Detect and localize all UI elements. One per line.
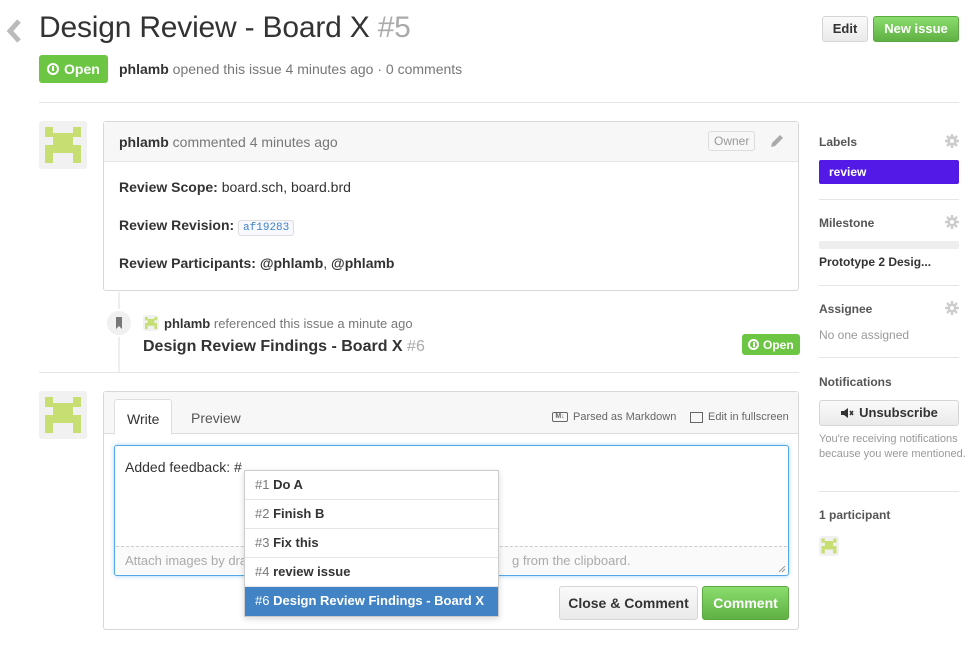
referenced-issue-link[interactable]: Design Review Findings - Board X #6 (143, 338, 425, 356)
markdown-icon: M↓ (552, 412, 568, 422)
avatar[interactable] (143, 315, 159, 331)
comment-header: phlamb commented 4 minutes ago Owner (104, 122, 798, 162)
unsubscribe-button[interactable]: Unsubscribe (819, 400, 959, 426)
close-and-comment-button[interactable]: Close & Comment (559, 586, 698, 620)
autocomplete-item[interactable]: #1 Do A (245, 471, 498, 500)
review-participants-label: Review Participants: (119, 255, 256, 271)
participants-heading: 1 participant (819, 508, 891, 522)
assignee-gear-icon[interactable] (945, 301, 959, 315)
composer-header: Write Preview M↓ Parsed as Markdown Edit… (104, 392, 798, 435)
participant-avatar[interactable] (819, 536, 839, 556)
mute-icon (841, 408, 854, 418)
header-divider (39, 102, 959, 103)
issue-autocomplete-menu: #1 Do A #2 Finish B #3 Fix this #4 revie… (244, 470, 499, 617)
issue-title: Design Review - Board X #5 (39, 11, 411, 45)
timeline-divider (39, 372, 799, 373)
review-revision-line: Review Revision: af19283 (119, 217, 295, 236)
sidebar-divider (819, 285, 959, 286)
comment-button[interactable]: Comment (702, 586, 789, 620)
autocomplete-item-selected[interactable]: #6 Design Review Findings - Board X (245, 587, 498, 616)
labels-heading: Labels (819, 135, 858, 149)
markdown-hint[interactable]: M↓ Parsed as Markdown (552, 411, 676, 423)
fullscreen-label: Edit in fullscreen (708, 411, 789, 423)
fullscreen-icon (690, 411, 703, 423)
issue-author-link[interactable]: phlamb (119, 61, 169, 77)
back-chevron-icon[interactable] (6, 18, 24, 44)
referenced-issue-title[interactable]: Design Review Findings - Board X (143, 338, 403, 355)
autocomplete-item-title: Finish B (273, 506, 325, 521)
tab-write[interactable]: Write (114, 399, 173, 435)
issue-comment-count: · 0 comments (377, 61, 463, 77)
owner-badge: Owner (708, 131, 756, 151)
autocomplete-item-number: #6 (255, 593, 270, 608)
autocomplete-item[interactable]: #4 review issue (245, 558, 498, 587)
markdown-hint-label: Parsed as Markdown (573, 411, 677, 423)
resize-grip-icon[interactable] (778, 565, 786, 573)
issue-comment: phlamb commented 4 minutes ago Owner Rev… (103, 121, 799, 291)
review-revision-label: Review Revision: (119, 217, 235, 233)
notifications-heading: Notifications (819, 375, 892, 389)
mention-separator: , (323, 255, 328, 271)
autocomplete-item-title: Fix this (273, 535, 319, 550)
reference-author-link[interactable]: phlamb (164, 316, 210, 331)
sidebar-divider (819, 357, 959, 358)
comment-meta: phlamb commented 4 minutes ago (119, 134, 338, 150)
label-review[interactable]: review (819, 160, 959, 184)
milestone-gear-icon[interactable] (945, 215, 959, 229)
autocomplete-item-title: Do A (273, 477, 303, 492)
timeline-badge (105, 309, 133, 337)
new-issue-button[interactable]: New issue (873, 16, 959, 42)
autocomplete-item-title: Design Review Findings - Board X (273, 593, 485, 608)
autocomplete-item-number: #1 (255, 477, 270, 492)
notifications-reason: You're receiving notifications because y… (819, 433, 966, 460)
review-scope-label: Review Scope: (119, 179, 218, 195)
issue-opened-icon (748, 339, 759, 350)
issue-number: #5 (377, 11, 411, 44)
review-participants-line: Review Participants: @phlamb, @phlamb (119, 255, 394, 271)
pencil-icon[interactable] (769, 133, 785, 149)
unsubscribe-label: Unsubscribe (859, 405, 938, 420)
avatar[interactable] (39, 121, 87, 169)
assignee-value: No one assigned (819, 328, 910, 342)
milestone-heading: Milestone (819, 216, 875, 230)
autocomplete-item[interactable]: #3 Fix this (245, 529, 498, 558)
referenced-issue-state-badge: Open (742, 334, 800, 355)
autocomplete-item-number: #3 (255, 535, 270, 550)
mention-link[interactable]: @phlamb (260, 255, 323, 271)
sidebar-divider (819, 491, 959, 492)
referenced-issue-state: Open (763, 337, 794, 352)
autocomplete-item-number: #4 (255, 564, 270, 579)
issue-state-label: Open (64, 61, 100, 77)
referenced-issue-number: #6 (407, 338, 425, 355)
labels-gear-icon[interactable] (945, 134, 959, 148)
comment-author-link[interactable]: phlamb (119, 134, 169, 150)
issue-opened-icon (47, 63, 59, 75)
commit-sha-link[interactable]: af19283 (238, 220, 295, 236)
issue-opened-text: opened this issue 4 minutes ago (172, 61, 374, 77)
tab-preview[interactable]: Preview (179, 399, 253, 435)
edit-button[interactable]: Edit (822, 16, 868, 42)
autocomplete-item-title: review issue (273, 564, 351, 579)
avatar[interactable] (39, 391, 87, 439)
mention-link[interactable]: @phlamb (331, 255, 394, 271)
issue-meta: phlamb opened this issue 4 minutes ago ·… (119, 61, 462, 77)
attach-hint-right: g from the clipboard. (512, 553, 631, 568)
review-scope-value: board.sch, board.brd (221, 179, 351, 195)
autocomplete-item-number: #2 (255, 506, 270, 521)
review-scope-line: Review Scope: board.sch, board.brd (119, 179, 351, 195)
milestone-name[interactable]: Prototype 2 Desig... (819, 255, 931, 269)
bookmark-icon (116, 317, 122, 329)
assignee-heading: Assignee (819, 302, 873, 316)
comment-textarea-value: Added feedback: # (125, 459, 242, 475)
sidebar-divider (819, 199, 959, 200)
reference-event: phlamb referenced this issue a minute ag… (164, 316, 413, 331)
reference-text: referenced this issue a minute ago (213, 316, 413, 331)
comment-time[interactable]: commented 4 minutes ago (173, 134, 338, 150)
milestone-progress-bar (819, 241, 959, 249)
attach-hint-left: Attach images by dra (125, 553, 248, 568)
autocomplete-item[interactable]: #2 Finish B (245, 500, 498, 529)
issue-state-badge: Open (39, 55, 108, 83)
issue-title-text: Design Review - Board X (39, 11, 370, 44)
fullscreen-toggle[interactable]: Edit in fullscreen (690, 411, 789, 423)
